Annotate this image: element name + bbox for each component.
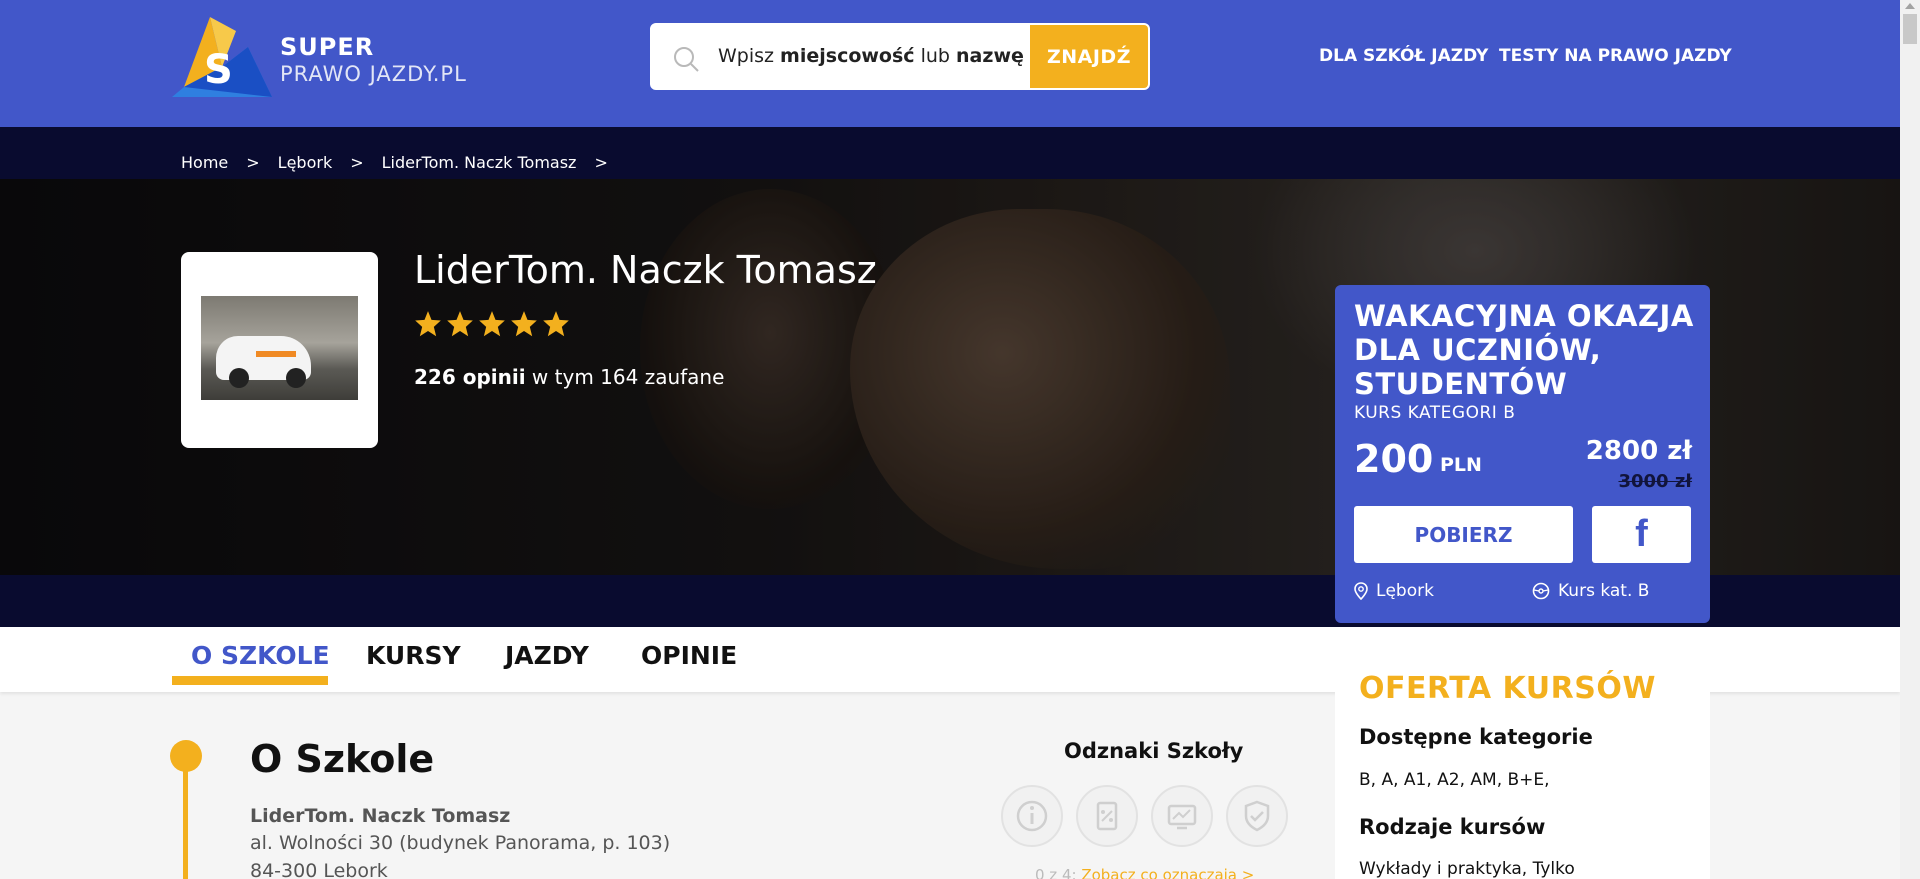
section-title: O Szkole — [250, 737, 435, 781]
chart-badge-icon[interactable] — [1151, 785, 1213, 847]
timeline-line — [183, 770, 188, 879]
facebook-icon: f — [1635, 513, 1648, 555]
offer-kinds-heading: Rodzaje kursów — [1359, 815, 1546, 839]
school-address-name: LiderTom. Naczk Tomasz — [250, 805, 511, 827]
facebook-share-button[interactable]: f — [1592, 506, 1691, 563]
logo-icon: S — [172, 17, 272, 103]
search-input[interactable]: Wpisz miejscowość lub nazwę — [718, 45, 1024, 67]
breadcrumb: Home > Lębork > LiderTom. Naczk Tomasz > — [181, 153, 626, 172]
breadcrumb-school[interactable]: LiderTom. Naczk Tomasz — [382, 153, 577, 172]
logo-line-2: PRAWO JAZDY.PL — [280, 61, 467, 86]
badges-title: Odznaki Szkoły — [1064, 739, 1244, 763]
site-logo[interactable]: S SUPER PRAWO JAZDY.PL — [172, 17, 502, 103]
reviews-summary[interactable]: 226 opinii w tym 164 zaufane — [414, 365, 724, 389]
scrollbar-thumb[interactable] — [1903, 14, 1917, 44]
rating-stars — [414, 310, 570, 338]
breadcrumb-separator: > — [350, 153, 364, 172]
nav-link-driving-tests[interactable]: TESTY NA PRAWO JAZDY — [1499, 46, 1732, 66]
scrollbar[interactable] — [1900, 0, 1920, 879]
logo-line-1: SUPER — [280, 33, 375, 61]
promo-old-price: 3000 zł — [1618, 471, 1692, 492]
tab-about[interactable]: O SZKOLE — [191, 641, 330, 670]
scroll-up-arrow-icon[interactable] — [1905, 3, 1915, 9]
active-tab-indicator — [172, 676, 328, 685]
school-name: LiderTom. Naczk Tomasz — [414, 248, 877, 292]
search-icon — [674, 47, 699, 72]
offer-categories-heading: Dostępne kategorie — [1359, 725, 1593, 749]
tab-reviews[interactable]: OPINIE — [641, 641, 737, 670]
search-button[interactable]: ZNAJDŹ — [1030, 25, 1148, 88]
badges-more: 0 z 4: Zobacz co oznaczają > — [1035, 866, 1254, 879]
breadcrumb-separator: > — [246, 153, 260, 172]
breadcrumb-home[interactable]: Home — [181, 153, 228, 172]
svg-text:S: S — [204, 47, 233, 93]
school-address-city: 84-300 Lebork — [250, 860, 388, 879]
promo-location: Lębork — [1354, 581, 1434, 601]
tab-courses[interactable]: KURSY — [366, 641, 461, 670]
school-address-street: al. Wolności 30 (budynek Panorama, p. 10… — [250, 832, 671, 854]
star-icon — [543, 311, 569, 337]
search-box: Wpisz miejscowość lub nazwę ZNAJDŹ — [650, 23, 1150, 90]
star-icon — [415, 311, 441, 337]
breadcrumb-separator: > — [594, 153, 608, 172]
breadcrumb-city[interactable]: Lębork — [278, 153, 333, 172]
steering-wheel-icon — [1532, 582, 1550, 600]
course-offer-card: OFERTA KURSÓW Dostępne kategorie B, A, A… — [1335, 650, 1710, 879]
promo-discount: 200 — [1354, 437, 1434, 481]
promo-new-price: 2800 zł — [1585, 436, 1692, 466]
promo-box: WAKACYJNA OKAZJA DLA UCZNIÓW, STUDENTÓW … — [1335, 285, 1710, 623]
percent-badge-icon[interactable] — [1076, 785, 1138, 847]
badges-more-link[interactable]: Zobacz co oznaczają > — [1077, 866, 1254, 879]
offer-title: OFERTA KURSÓW — [1359, 671, 1656, 706]
promo-subtitle: KURS KATEGORI B — [1354, 403, 1516, 423]
offer-kinds: Wykłady i praktyka, Tylko — [1359, 859, 1575, 879]
offer-categories: B, A, A1, A2, AM, B+E, — [1359, 770, 1550, 790]
promo-course-category: Kurs kat. B — [1532, 581, 1649, 601]
timeline-dot — [170, 740, 202, 772]
school-logo-card — [181, 252, 378, 448]
info-badge-icon[interactable] — [1001, 785, 1063, 847]
star-icon — [447, 311, 473, 337]
school-photo — [201, 296, 358, 400]
star-icon — [511, 311, 537, 337]
nav-link-driving-schools[interactable]: DLA SZKÓŁ JAZDY — [1319, 46, 1488, 66]
promo-discount-currency: PLN — [1440, 454, 1482, 476]
tab-rides[interactable]: JAZDY — [505, 641, 589, 670]
location-pin-icon — [1354, 582, 1368, 600]
star-icon — [479, 311, 505, 337]
shield-badge-icon[interactable] — [1226, 785, 1288, 847]
promo-title: WAKACYJNA OKAZJA DLA UCZNIÓW, STUDENTÓW — [1354, 299, 1694, 402]
promo-download-button[interactable]: POBIERZ — [1354, 506, 1573, 563]
